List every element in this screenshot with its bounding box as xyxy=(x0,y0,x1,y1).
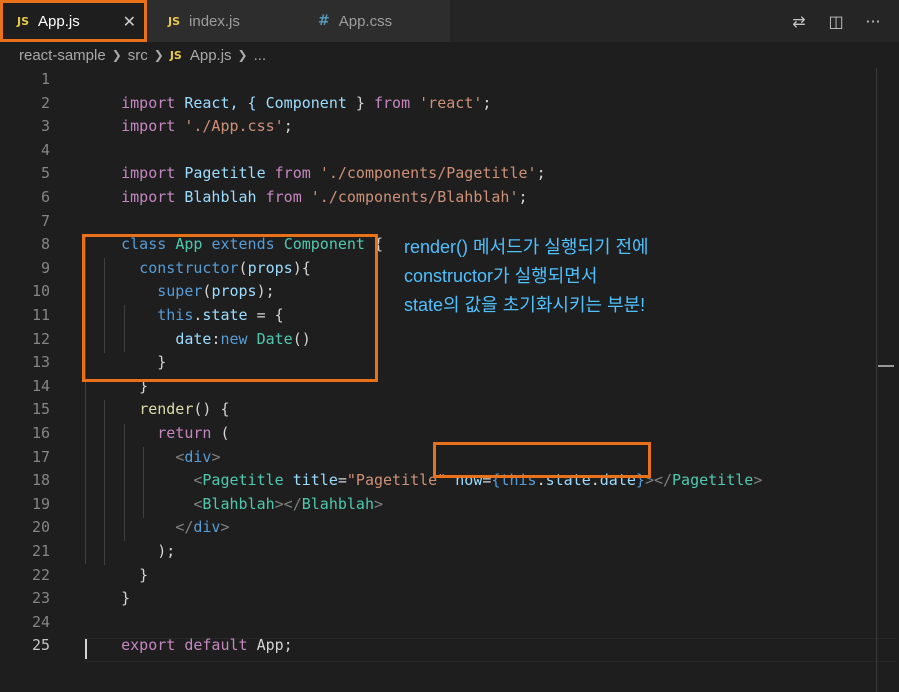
tab-app-css[interactable]: # App.css xyxy=(298,0,450,42)
tab-index-js[interactable]: JS index.js xyxy=(146,0,298,42)
line-number: 8 xyxy=(40,235,50,254)
code-line-8: constructor(props){ xyxy=(139,258,311,277)
line-number: 24 xyxy=(31,612,50,631)
code-line-2: import './App.css'; xyxy=(121,117,293,136)
line-number: 1 xyxy=(40,70,50,88)
breadcrumb-symbol[interactable]: ... xyxy=(254,47,267,64)
line-number: 6 xyxy=(40,188,50,206)
line-number: 14 xyxy=(31,376,50,395)
code-line-5: import Blahblah from './components/Blahb… xyxy=(121,187,528,206)
tab-app-js[interactable]: JS App.js ✕ xyxy=(0,0,146,42)
breadcrumb-folder[interactable]: src xyxy=(128,47,148,64)
breadcrumb-project[interactable]: react-sample xyxy=(19,47,106,64)
tab-label: App.js xyxy=(38,12,80,30)
text-cursor xyxy=(85,639,87,659)
line-number: 25 xyxy=(31,636,50,655)
line-number: 11 xyxy=(31,306,50,324)
code-line-17: <Pagetitle title="Pagetitle" now={this.s… xyxy=(193,471,763,490)
line-number: 12 xyxy=(31,329,50,348)
code-line-22: } xyxy=(121,589,131,608)
tab-bar: JS App.js ✕ JS index.js # App.css ⇄ ◫ ··… xyxy=(0,0,899,42)
annotation-line: state의 값을 초기화시키는 부분! xyxy=(404,295,646,315)
code-line-10: this.state = { xyxy=(157,305,284,324)
line-number: 10 xyxy=(31,282,50,301)
breadcrumb: react-sample ❯ src ❯ JS App.js ❯ ... xyxy=(0,42,899,68)
code-line-20: ); xyxy=(121,541,176,560)
chevron-right-icon: ❯ xyxy=(111,48,122,62)
annotation-line: constructor가 실행되면서 xyxy=(404,266,598,286)
line-number: 13 xyxy=(31,353,50,372)
code-line-15: return ( xyxy=(157,423,230,442)
line-number: 5 xyxy=(40,164,50,183)
vertical-scrollbar[interactable] xyxy=(876,68,877,692)
compare-changes-icon[interactable]: ⇄ xyxy=(788,12,810,31)
line-number: 16 xyxy=(31,424,50,442)
code-line-24: export default App; xyxy=(121,636,293,655)
code-line-18: <Blahblah></Blahblah> xyxy=(193,494,384,513)
line-number: 19 xyxy=(31,494,50,513)
chevron-right-icon: ❯ xyxy=(237,48,248,62)
more-actions-icon[interactable]: ··· xyxy=(862,12,884,31)
code-line-19: </div> xyxy=(175,518,230,537)
line-number: 22 xyxy=(31,565,50,584)
line-number: 20 xyxy=(31,518,50,537)
code-line-11: date:new Date() xyxy=(175,329,311,348)
code-line-16: <div> xyxy=(175,447,221,466)
code-line-14: render() { xyxy=(139,400,230,419)
line-number: 17 xyxy=(31,447,50,466)
code-line-4: import Pagetitle from './components/Page… xyxy=(121,164,546,183)
code-editor[interactable]: 1 2 3 4 5 6 7 8 9 10 11 12 13 14 15 16 17 18 19 20 21 22 23 24 2… xyxy=(0,68,899,692)
annotation-line: render() 메서드가 실행되기 전에 xyxy=(404,237,649,257)
code-line-12: } xyxy=(121,353,167,372)
line-number: 23 xyxy=(31,589,50,608)
line-number: 21 xyxy=(31,542,50,560)
code-line-21: } xyxy=(121,565,149,584)
js-file-icon: JS xyxy=(169,48,182,62)
line-number: 15 xyxy=(31,400,50,419)
tab-label: index.js xyxy=(189,12,240,30)
line-number: 7 xyxy=(40,211,50,230)
code-line-13: } xyxy=(121,376,149,395)
breadcrumb-file[interactable]: App.js xyxy=(190,47,232,64)
code-line-9: super(props); xyxy=(157,282,275,301)
line-number: 3 xyxy=(40,117,50,136)
code-line-1: import React, { Component } from 'react'… xyxy=(121,93,492,112)
line-number: 4 xyxy=(40,140,50,159)
split-editor-icon[interactable]: ◫ xyxy=(825,12,847,31)
code-line-7: class App extends Component { xyxy=(121,235,384,254)
css-file-icon: # xyxy=(318,13,330,29)
js-file-icon: JS xyxy=(17,14,30,28)
annotation-note: render() 메서드가 실행되기 전에 constructor가 실행되면서… xyxy=(404,233,649,320)
tab-label: App.css xyxy=(338,12,393,30)
chevron-right-icon: ❯ xyxy=(153,48,164,62)
line-number: 2 xyxy=(40,93,50,112)
close-icon[interactable]: ✕ xyxy=(123,12,136,31)
tab-actions: ⇄ ◫ ··· xyxy=(788,0,899,42)
js-file-icon: JS xyxy=(168,14,181,28)
scrollbar-overview-marker xyxy=(878,365,894,367)
line-number: 9 xyxy=(40,258,50,277)
line-number: 18 xyxy=(31,471,50,490)
